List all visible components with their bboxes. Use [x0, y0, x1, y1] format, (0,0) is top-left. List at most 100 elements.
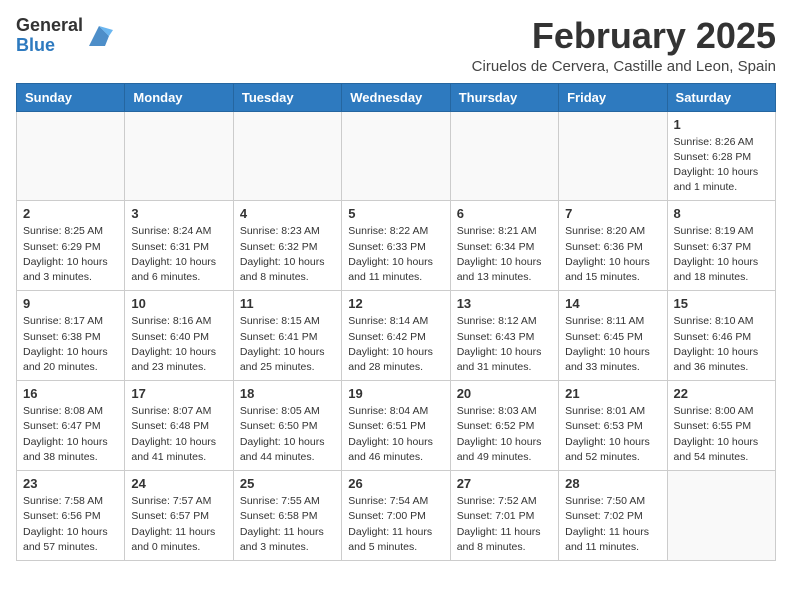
day-number: 22	[674, 386, 769, 401]
calendar-cell: 1Sunrise: 8:26 AM Sunset: 6:28 PM Daylig…	[667, 111, 775, 201]
weekday-header-row: SundayMondayTuesdayWednesdayThursdayFrid…	[17, 83, 776, 111]
day-info: Sunrise: 8:20 AM Sunset: 6:36 PM Dayligh…	[565, 224, 660, 285]
calendar-cell: 28Sunrise: 7:50 AM Sunset: 7:02 PM Dayli…	[559, 471, 667, 561]
calendar-cell: 8Sunrise: 8:19 AM Sunset: 6:37 PM Daylig…	[667, 201, 775, 291]
calendar-cell	[559, 111, 667, 201]
day-number: 4	[240, 206, 335, 221]
day-info: Sunrise: 8:10 AM Sunset: 6:46 PM Dayligh…	[674, 314, 769, 375]
day-number: 1	[674, 117, 769, 132]
calendar-cell: 22Sunrise: 8:00 AM Sunset: 6:55 PM Dayli…	[667, 381, 775, 471]
calendar-cell: 16 Sunrise: 8:08 AM Sunset: 6:47 PM Dayli…	[17, 381, 125, 471]
day-info: Sunrise: 8:16 AM Sunset: 6:40 PM Dayligh…	[131, 314, 226, 375]
day-info: Sunrise: 8:01 AM Sunset: 6:53 PM Dayligh…	[565, 404, 660, 465]
day-info: Sunrise: 7:52 AM Sunset: 7:01 PM Dayligh…	[457, 494, 552, 555]
calendar-week-2: 9Sunrise: 8:17 AM Sunset: 6:38 PM Daylig…	[17, 291, 776, 381]
day-number: 7	[565, 206, 660, 221]
day-number: 2	[23, 206, 118, 221]
calendar-cell: 12 Sunrise: 8:14 AM Sunset: 6:42 PM Dayli…	[342, 291, 450, 381]
day-number: 9	[23, 296, 118, 311]
calendar-cell	[17, 111, 125, 201]
calendar-cell: 4 Sunrise: 8:23 AM Sunset: 6:32 PM Daylig…	[233, 201, 341, 291]
day-number: 20	[457, 386, 552, 401]
day-number: 12	[348, 296, 443, 311]
day-number: 21	[565, 386, 660, 401]
day-number: 17	[131, 386, 226, 401]
weekday-header-sunday: Sunday	[17, 83, 125, 111]
calendar-cell: 5 Sunrise: 8:22 AM Sunset: 6:33 PM Daylig…	[342, 201, 450, 291]
day-info: Sunrise: 8:12 AM Sunset: 6:43 PM Dayligh…	[457, 314, 552, 375]
day-number: 10	[131, 296, 226, 311]
day-number: 13	[457, 296, 552, 311]
calendar-week-0: 1Sunrise: 8:26 AM Sunset: 6:28 PM Daylig…	[17, 111, 776, 201]
calendar-cell: 6 Sunrise: 8:21 AM Sunset: 6:34 PM Daylig…	[450, 201, 558, 291]
weekday-header-friday: Friday	[559, 83, 667, 111]
calendar-cell	[342, 111, 450, 201]
calendar-cell: 13 Sunrise: 8:12 AM Sunset: 6:43 PM Dayli…	[450, 291, 558, 381]
calendar-cell: 19 Sunrise: 8:04 AM Sunset: 6:51 PM Dayli…	[342, 381, 450, 471]
day-info: Sunrise: 8:14 AM Sunset: 6:42 PM Dayligh…	[348, 314, 443, 375]
day-info: Sunrise: 8:11 AM Sunset: 6:45 PM Dayligh…	[565, 314, 660, 375]
logo: General Blue	[16, 16, 113, 56]
calendar-cell: 20 Sunrise: 8:03 AM Sunset: 6:52 PM Dayli…	[450, 381, 558, 471]
logo-icon	[85, 22, 113, 50]
calendar-cell: 2 Sunrise: 8:25 AM Sunset: 6:29 PM Daylig…	[17, 201, 125, 291]
weekday-header-tuesday: Tuesday	[233, 83, 341, 111]
page-header: General Blue February 2025 Ciruelos de C…	[16, 16, 776, 75]
calendar-cell: 21 Sunrise: 8:01 AM Sunset: 6:53 PM Dayli…	[559, 381, 667, 471]
day-number: 19	[348, 386, 443, 401]
day-number: 14	[565, 296, 660, 311]
day-number: 11	[240, 296, 335, 311]
day-number: 25	[240, 476, 335, 491]
calendar-cell: 10 Sunrise: 8:16 AM Sunset: 6:40 PM Dayli…	[125, 291, 233, 381]
day-number: 18	[240, 386, 335, 401]
calendar-cell: 26 Sunrise: 7:54 AM Sunset: 7:00 PM Dayli…	[342, 471, 450, 561]
day-info: Sunrise: 8:23 AM Sunset: 6:32 PM Dayligh…	[240, 224, 335, 285]
day-number: 5	[348, 206, 443, 221]
weekday-header-monday: Monday	[125, 83, 233, 111]
calendar-cell: 27 Sunrise: 7:52 AM Sunset: 7:01 PM Dayli…	[450, 471, 558, 561]
calendar-cell: 25 Sunrise: 7:55 AM Sunset: 6:58 PM Dayli…	[233, 471, 341, 561]
title-block: February 2025 Ciruelos de Cervera, Casti…	[472, 16, 776, 75]
weekday-header-wednesday: Wednesday	[342, 83, 450, 111]
calendar-cell	[125, 111, 233, 201]
day-info: Sunrise: 8:03 AM Sunset: 6:52 PM Dayligh…	[457, 404, 552, 465]
day-info: Sunrise: 8:04 AM Sunset: 6:51 PM Dayligh…	[348, 404, 443, 465]
calendar-week-3: 16 Sunrise: 8:08 AM Sunset: 6:47 PM Dayli…	[17, 381, 776, 471]
calendar-cell	[450, 111, 558, 201]
calendar-cell: 23 Sunrise: 7:58 AM Sunset: 6:56 PM Dayli…	[17, 471, 125, 561]
calendar-cell: 7 Sunrise: 8:20 AM Sunset: 6:36 PM Daylig…	[559, 201, 667, 291]
calendar-table: SundayMondayTuesdayWednesdayThursdayFrid…	[16, 83, 776, 561]
day-info: Sunrise: 7:58 AM Sunset: 6:56 PM Dayligh…	[23, 494, 118, 555]
calendar-cell: 15 Sunrise: 8:10 AM Sunset: 6:46 PM Dayli…	[667, 291, 775, 381]
day-info: Sunrise: 7:55 AM Sunset: 6:58 PM Dayligh…	[240, 494, 335, 555]
day-info: Sunrise: 8:21 AM Sunset: 6:34 PM Dayligh…	[457, 224, 552, 285]
calendar-week-4: 23 Sunrise: 7:58 AM Sunset: 6:56 PM Dayli…	[17, 471, 776, 561]
location: Ciruelos de Cervera, Castille and Leon, …	[472, 58, 776, 75]
day-number: 15	[674, 296, 769, 311]
calendar-week-1: 2 Sunrise: 8:25 AM Sunset: 6:29 PM Daylig…	[17, 201, 776, 291]
day-number: 24	[131, 476, 226, 491]
day-info: Sunrise: 8:15 AM Sunset: 6:41 PM Dayligh…	[240, 314, 335, 375]
day-number: 23	[23, 476, 118, 491]
calendar-cell: 17 Sunrise: 8:07 AM Sunset: 6:48 PM Dayli…	[125, 381, 233, 471]
day-number: 26	[348, 476, 443, 491]
day-info: Sunrise: 8:25 AM Sunset: 6:29 PM Dayligh…	[23, 224, 118, 285]
day-info: Sunrise: 8:08 AM Sunset: 6:47 PM Dayligh…	[23, 404, 118, 465]
calendar-cell	[233, 111, 341, 201]
day-info: Sunrise: 7:54 AM Sunset: 7:00 PM Dayligh…	[348, 494, 443, 555]
day-info: Sunrise: 7:57 AM Sunset: 6:57 PM Dayligh…	[131, 494, 226, 555]
day-number: 27	[457, 476, 552, 491]
day-info: Sunrise: 7:50 AM Sunset: 7:02 PM Dayligh…	[565, 494, 660, 555]
day-info: Sunrise: 8:19 AM Sunset: 6:37 PM Dayligh…	[674, 224, 769, 285]
day-info: Sunrise: 8:24 AM Sunset: 6:31 PM Dayligh…	[131, 224, 226, 285]
day-info: Sunrise: 8:05 AM Sunset: 6:50 PM Dayligh…	[240, 404, 335, 465]
day-number: 6	[457, 206, 552, 221]
calendar-cell: 24 Sunrise: 7:57 AM Sunset: 6:57 PM Dayli…	[125, 471, 233, 561]
day-info: Sunrise: 8:07 AM Sunset: 6:48 PM Dayligh…	[131, 404, 226, 465]
month-year: February 2025	[472, 16, 776, 56]
calendar-cell: 18 Sunrise: 8:05 AM Sunset: 6:50 PM Dayli…	[233, 381, 341, 471]
day-number: 16	[23, 386, 118, 401]
day-info: Sunrise: 8:22 AM Sunset: 6:33 PM Dayligh…	[348, 224, 443, 285]
weekday-header-saturday: Saturday	[667, 83, 775, 111]
calendar-cell: 9Sunrise: 8:17 AM Sunset: 6:38 PM Daylig…	[17, 291, 125, 381]
